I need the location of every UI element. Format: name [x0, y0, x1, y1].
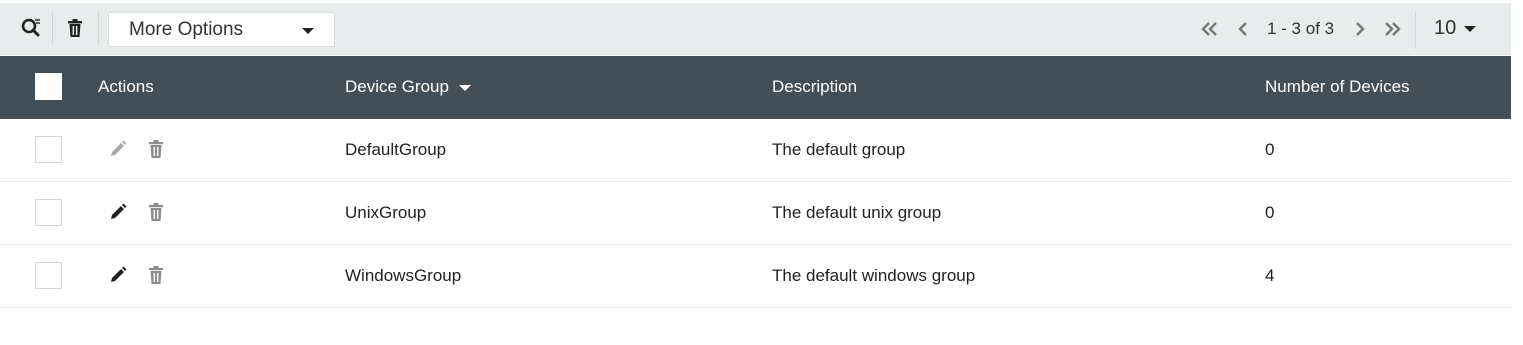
caret-down-icon — [302, 28, 314, 34]
first-page-icon[interactable] — [1199, 18, 1221, 40]
more-options-label: More Options — [129, 18, 244, 40]
select-all-checkbox[interactable] — [35, 73, 62, 100]
description-cell: The default group — [772, 140, 906, 159]
pagination-divider — [1415, 11, 1416, 49]
description-cell: The default unix group — [772, 203, 942, 222]
table-row: DefaultGroup The default group 0 — [0, 119, 1511, 182]
number-of-devices-cell: 4 — [1265, 266, 1275, 285]
toolbar-divider — [52, 12, 53, 44]
edit-pencil-icon[interactable] — [107, 201, 129, 223]
column-header-description[interactable]: Description — [772, 77, 857, 97]
search-filter-icon[interactable] — [16, 13, 46, 43]
previous-page-icon[interactable] — [1232, 18, 1254, 40]
sort-desc-icon — [458, 84, 471, 91]
column-header-number-of-devices[interactable]: Number of Devices — [1265, 77, 1410, 97]
trash-icon[interactable] — [145, 264, 167, 286]
trash-icon[interactable] — [145, 201, 167, 223]
row-checkbox[interactable] — [35, 136, 62, 163]
table-row: WindowsGroup The default windows group 4 — [0, 245, 1511, 308]
column-header-device-group[interactable]: Device Group — [345, 77, 471, 97]
number-of-devices-cell: 0 — [1265, 140, 1275, 159]
row-checkbox[interactable] — [35, 262, 62, 289]
more-options-dropdown[interactable]: More Options — [108, 12, 335, 47]
trash-icon[interactable] — [60, 13, 90, 43]
table-header: Actions Device Group Description Number … — [0, 56, 1511, 119]
toolbar-divider — [98, 12, 99, 44]
last-page-icon[interactable] — [1381, 18, 1403, 40]
trash-icon[interactable] — [145, 138, 167, 160]
toolbar: More Options 1 - 3 of 3 10 — [0, 3, 1511, 55]
description-cell: The default windows group — [772, 266, 976, 285]
device-group-cell: WindowsGroup — [345, 266, 462, 285]
edit-pencil-icon[interactable] — [107, 138, 129, 160]
table-row: UnixGroup The default unix group 0 — [0, 182, 1511, 245]
column-header-device-group-label: Device Group — [345, 77, 449, 96]
number-of-devices-cell: 0 — [1265, 203, 1275, 222]
next-page-icon[interactable] — [1349, 18, 1371, 40]
device-group-cell: UnixGroup — [345, 203, 427, 222]
page-size-select[interactable]: 10 — [1434, 17, 1477, 40]
caret-down-icon — [1464, 25, 1477, 32]
column-header-actions: Actions — [98, 77, 154, 96]
device-group-cell: DefaultGroup — [345, 140, 447, 159]
edit-pencil-icon[interactable] — [107, 264, 129, 286]
page-size-value: 10 — [1434, 17, 1457, 39]
row-checkbox[interactable] — [35, 199, 62, 226]
pagination-range: 1 - 3 of 3 — [1267, 19, 1335, 38]
